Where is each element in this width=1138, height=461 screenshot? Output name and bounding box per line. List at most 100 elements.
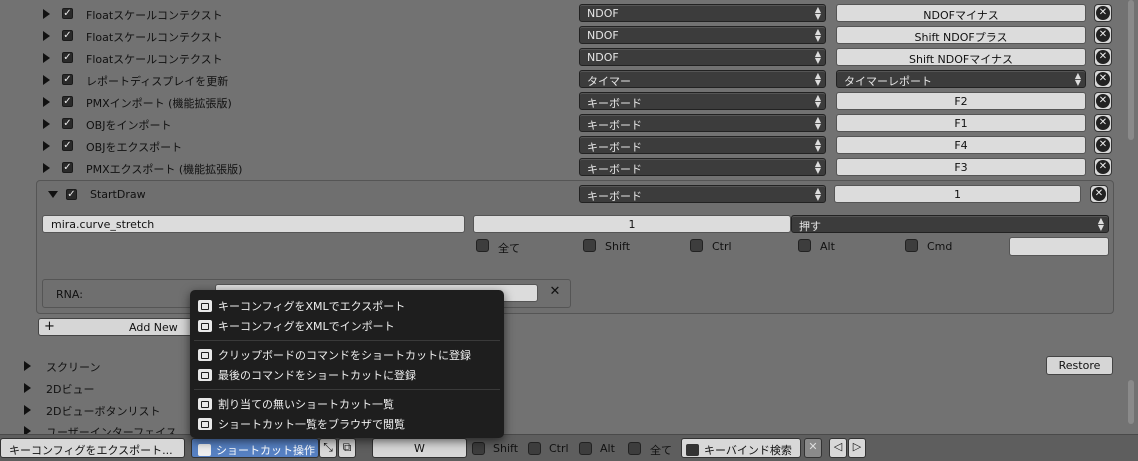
menu-item-icon xyxy=(198,349,212,361)
expand-triangle-icon[interactable] xyxy=(43,163,50,173)
keybind-search-button[interactable]: キーバインド検索 xyxy=(681,438,801,458)
row-type-value: タイマー xyxy=(587,75,631,88)
row-type-dropdown[interactable]: キーボード ▲ ▼ xyxy=(579,158,826,176)
row-type-dropdown[interactable]: タイマー ▲ ▼ xyxy=(579,70,826,88)
menu-item-label: 最後のコマンドをショートカットに登録 xyxy=(218,369,416,382)
row-key-field[interactable]: F2 xyxy=(836,92,1086,110)
row-enabled-checkbox[interactable]: ✓ xyxy=(62,74,73,85)
menu-item-register-last[interactable]: 最後のコマンドをショートカットに登録 xyxy=(198,367,416,385)
menu-item-browse-list[interactable]: ショートカット一覧をブラウザで閲覧 xyxy=(198,416,405,434)
row-remove-button[interactable]: ✕ xyxy=(1094,158,1112,176)
scrollbar[interactable] xyxy=(1126,0,1136,430)
row-type-dropdown[interactable]: キーボード ▲ ▼ xyxy=(579,136,826,154)
startdraw-checkbox[interactable]: ✓ xyxy=(66,189,77,200)
menu-item-label: クリップボードのコマンドをショートカットに登録 xyxy=(218,349,471,362)
collapse-icon-button[interactable]: ⤡ xyxy=(319,438,337,458)
startdraw-remove-button[interactable]: ✕ xyxy=(1090,185,1108,203)
row-key-dropdown[interactable]: タイマーレポート ▲ ▼ xyxy=(836,70,1086,88)
menu-item-export-xml[interactable]: キーコンフィグをXMLでエクスポート xyxy=(198,298,405,316)
restore-label: Restore xyxy=(1058,359,1101,372)
row-remove-button[interactable]: ✕ xyxy=(1094,26,1112,44)
close-icon: ✕ xyxy=(549,284,561,299)
row-remove-button[interactable]: ✕ xyxy=(1094,70,1112,88)
expand-triangle-icon[interactable] xyxy=(24,383,31,393)
row-type-dropdown[interactable]: NDOF ▲ ▼ xyxy=(579,26,826,44)
row-enabled-checkbox[interactable]: ✓ xyxy=(62,8,73,19)
menu-item-label: 割り当ての無いショートカット一覧 xyxy=(218,398,394,411)
row-type-dropdown[interactable]: キーボード ▲ ▼ xyxy=(579,114,826,132)
keymodifier-field[interactable] xyxy=(1009,237,1109,256)
menu-item-register-clipboard[interactable]: クリップボードのコマンドをショートカットに登録 xyxy=(198,347,471,365)
export-keyconfig-button[interactable]: キーコンフィグをエクスポート... xyxy=(0,438,185,458)
row-type-dropdown[interactable]: キーボード ▲ ▼ xyxy=(579,92,826,110)
value-field[interactable]: 1 xyxy=(473,215,791,233)
expand-triangle-icon[interactable] xyxy=(43,97,50,107)
row-key-field[interactable]: F1 xyxy=(836,114,1086,132)
row-remove-button[interactable]: ✕ xyxy=(1094,114,1112,132)
startdraw-key-field[interactable]: 1 xyxy=(834,185,1081,203)
row-type-dropdown[interactable]: NDOF ▲ ▼ xyxy=(579,4,826,22)
expand-triangle-icon[interactable] xyxy=(43,31,50,41)
shrink-icon: ⤡ xyxy=(323,440,333,454)
shift-filter-checkbox[interactable] xyxy=(472,442,485,455)
rna-clear-button[interactable]: ✕ xyxy=(547,284,565,302)
menu-item-icon xyxy=(198,300,212,312)
row-enabled-checkbox[interactable]: ✓ xyxy=(62,96,73,107)
next-button[interactable]: ▷ xyxy=(848,438,866,458)
mod-all-checkbox[interactable] xyxy=(476,239,489,252)
mod-ctrl-checkbox[interactable] xyxy=(690,239,703,252)
row-enabled-checkbox[interactable]: ✓ xyxy=(62,52,73,63)
expand-triangle-icon[interactable] xyxy=(43,141,50,151)
row-key-field[interactable]: Shift NDOFプラス xyxy=(836,26,1086,44)
restore-button[interactable]: Restore xyxy=(1046,356,1113,375)
row-type-dropdown[interactable]: NDOF ▲ ▼ xyxy=(579,48,826,66)
event-dropdown[interactable]: 押す ▲ ▼ xyxy=(791,215,1109,233)
row-key-field[interactable]: NDOFマイナス xyxy=(836,4,1086,22)
row-remove-button[interactable]: ✕ xyxy=(1094,48,1112,66)
scrollbar-thumb[interactable] xyxy=(1128,0,1134,140)
copy-icon-button[interactable]: ⧉ xyxy=(338,438,356,458)
row-key-field[interactable]: F4 xyxy=(836,136,1086,154)
shortcut-ops-menu-button[interactable]: ショートカット操作 xyxy=(191,438,319,458)
mod-cmd-checkbox[interactable] xyxy=(905,239,918,252)
collapse-triangle-icon[interactable] xyxy=(48,191,58,198)
row-remove-button[interactable]: ✕ xyxy=(1094,92,1112,110)
prev-button[interactable]: ◁ xyxy=(829,438,847,458)
row-enabled-checkbox[interactable]: ✓ xyxy=(62,140,73,151)
expand-triangle-icon[interactable] xyxy=(43,9,50,19)
alt-filter-label: Alt xyxy=(600,442,615,455)
mod-alt-checkbox[interactable] xyxy=(798,239,811,252)
close-icon: ✕ xyxy=(1096,6,1110,20)
section-screen[interactable]: スクリーン xyxy=(46,359,100,375)
updown-arrow-icon: ▲ ▼ xyxy=(814,137,821,153)
close-icon: ✕ xyxy=(1096,116,1110,130)
row-remove-button[interactable]: ✕ xyxy=(1094,4,1112,22)
mod-shift-checkbox[interactable] xyxy=(583,239,596,252)
search-key-field[interactable]: W xyxy=(372,438,467,458)
expand-triangle-icon[interactable] xyxy=(43,119,50,129)
expand-triangle-icon[interactable] xyxy=(43,53,50,63)
section-2dview[interactable]: 2Dビュー xyxy=(46,381,94,397)
menu-item-import-xml[interactable]: キーコンフィグをXMLでインポート xyxy=(198,318,395,336)
menu-item-label: ショートカット一覧をブラウザで閲覧 xyxy=(218,418,405,431)
scrollbar-thumb-lower[interactable] xyxy=(1128,380,1134,424)
alt-filter-checkbox[interactable] xyxy=(579,442,592,455)
expand-triangle-icon[interactable] xyxy=(43,75,50,85)
operator-field[interactable]: mira.curve_stretch xyxy=(42,215,465,233)
row-enabled-checkbox[interactable]: ✓ xyxy=(62,118,73,129)
ctrl-filter-checkbox[interactable] xyxy=(528,442,541,455)
menu-item-icon xyxy=(198,369,212,381)
row-key-field[interactable]: F3 xyxy=(836,158,1086,176)
row-enabled-checkbox[interactable]: ✓ xyxy=(62,162,73,173)
keybind-clear-button[interactable]: ✕ xyxy=(804,438,822,458)
all-filter-checkbox[interactable] xyxy=(628,442,641,455)
menu-item-unassigned-list[interactable]: 割り当ての無いショートカット一覧 xyxy=(198,396,394,414)
mod-shift-label: Shift xyxy=(605,240,631,253)
expand-triangle-icon[interactable] xyxy=(24,405,31,415)
expand-triangle-icon[interactable] xyxy=(24,361,31,371)
row-enabled-checkbox[interactable]: ✓ xyxy=(62,30,73,41)
section-2dview-buttonlist[interactable]: 2Dビューボタンリスト xyxy=(46,403,160,419)
startdraw-type-dropdown[interactable]: キーボード ▲ ▼ xyxy=(579,185,826,203)
row-key-field[interactable]: Shift NDOFマイナス xyxy=(836,48,1086,66)
row-remove-button[interactable]: ✕ xyxy=(1094,136,1112,154)
